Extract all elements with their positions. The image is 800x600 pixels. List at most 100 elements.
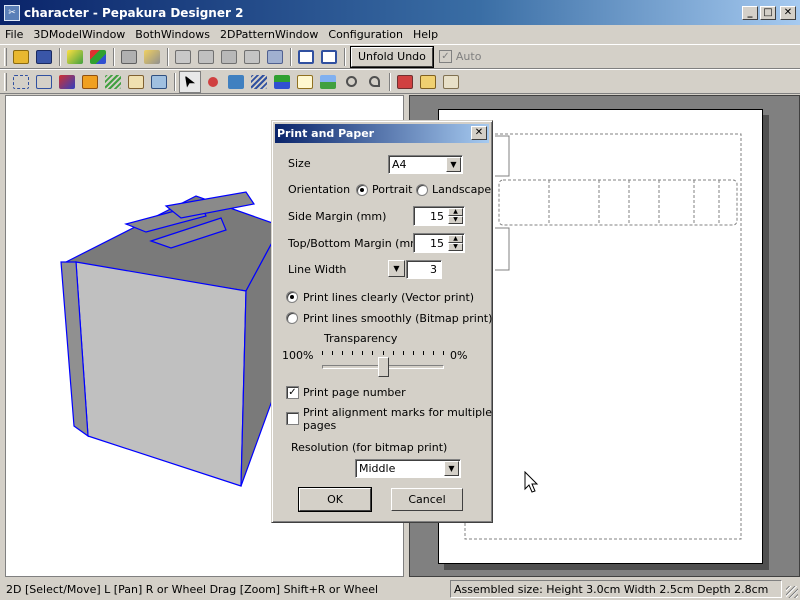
side-margin-spin-buttons[interactable]: ▲ ▼ [448, 208, 463, 224]
spin-down-icon[interactable]: ▼ [448, 243, 463, 251]
rotate-tool-icon[interactable] [241, 46, 263, 68]
slider-tick [352, 351, 353, 355]
ok-button[interactable]: OK [298, 487, 372, 512]
join-edge-icon[interactable] [202, 71, 224, 93]
close-button[interactable]: ✕ [780, 5, 796, 20]
paint-icon[interactable] [56, 71, 78, 93]
portrait-radio[interactable] [356, 184, 368, 196]
spin-down-icon[interactable]: ▼ [448, 216, 463, 224]
line-style-icon[interactable] [248, 71, 270, 93]
topbottom-margin-value[interactable]: 15 [430, 237, 444, 250]
side-margin-label: Side Margin (mm) [288, 210, 387, 223]
menu-2dpatternwindow[interactable]: 2DPatternWindow [215, 28, 323, 41]
topbottom-margin-spin-buttons[interactable]: ▲ ▼ [448, 235, 463, 251]
select-all-icon[interactable] [10, 71, 32, 93]
toolbar-separator [389, 72, 391, 91]
view-cube-icon[interactable] [118, 46, 140, 68]
number-icon[interactable] [79, 71, 101, 93]
auto-checkbox[interactable]: ✓ Auto [438, 50, 481, 63]
side-margin-value[interactable]: 15 [430, 210, 444, 223]
chevron-down-icon[interactable]: ▼ [446, 157, 461, 172]
portrait-label[interactable]: Portrait [372, 183, 412, 196]
window-single-icon[interactable] [318, 46, 340, 68]
status-bar: 2D [Select/Move] L [Pan] R or Wheel Drag… [0, 578, 800, 600]
vector-print-radio[interactable] [286, 291, 298, 303]
auto-checkbox-box[interactable]: ✓ [438, 50, 452, 63]
slider-tick [393, 351, 394, 355]
spin-up-icon[interactable]: ▲ [448, 235, 463, 243]
texture-icon[interactable] [64, 46, 86, 68]
page-number-label[interactable]: Print page number [303, 386, 406, 399]
flap-icon[interactable] [225, 71, 247, 93]
undo-icon[interactable] [363, 71, 385, 93]
toolbar-separator [113, 47, 115, 66]
toolbar-grip[interactable] [4, 72, 7, 91]
zoom-fit-icon[interactable] [33, 71, 55, 93]
line-width-input[interactable]: 3 [406, 260, 442, 279]
alignment-marks-checkbox[interactable] [286, 412, 299, 425]
minimize-button[interactable]: _ [742, 5, 758, 20]
transparency-min-label: 100% [282, 349, 314, 362]
alignment-marks-label-line2[interactable]: pages [303, 419, 336, 432]
fold-tool-icon[interactable] [195, 46, 217, 68]
menu-file[interactable]: File [0, 28, 28, 41]
mouse-cursor-icon [524, 471, 539, 493]
zoom-icon[interactable] [340, 71, 362, 93]
crease-icon[interactable] [271, 71, 293, 93]
window-split-icon[interactable] [295, 46, 317, 68]
maximize-button[interactable]: □ [760, 5, 776, 20]
slider-tick [403, 351, 404, 355]
alignment-marks-label-line1[interactable]: Print alignment marks for multiple [303, 406, 492, 419]
spin-up-icon[interactable]: ▲ [448, 208, 463, 216]
shaded-cube-icon[interactable] [141, 46, 163, 68]
toolbar-grip[interactable] [4, 47, 7, 66]
pdf-icon[interactable] [125, 71, 147, 93]
size-select[interactable]: A4 ▼ [388, 155, 463, 174]
side-margin-stepper[interactable]: 15 ▲ ▼ [413, 206, 465, 226]
resize-grip[interactable] [786, 586, 798, 598]
page-number-checkbox[interactable]: ✓ [286, 386, 299, 399]
menu-configuration[interactable]: Configuration [323, 28, 408, 41]
menu-help[interactable]: Help [408, 28, 443, 41]
dialog-title-bar[interactable]: Print and Paper ✕ [275, 124, 489, 143]
open-folder-icon[interactable] [10, 46, 32, 68]
chevron-down-icon: ▼ [393, 264, 400, 273]
topbottom-margin-label: Top/Bottom Margin (mm) [288, 237, 426, 250]
toolbar-separator [59, 47, 61, 66]
landscape-label[interactable]: Landscape [432, 183, 491, 196]
bitmap-print-label[interactable]: Print lines smoothly (Bitmap print) [303, 312, 492, 325]
resolution-select-value: Middle [359, 462, 396, 475]
move-tool-icon[interactable] [218, 46, 240, 68]
unfold-tool-icon[interactable] [264, 46, 286, 68]
vector-print-label[interactable]: Print lines clearly (Vector print) [303, 291, 474, 304]
edge-tool-icon[interactable] [172, 46, 194, 68]
print-setup-icon[interactable] [394, 71, 416, 93]
printer-icon[interactable] [440, 71, 462, 93]
slider-tick [332, 351, 333, 355]
dialog-title: Print and Paper [277, 127, 375, 140]
model-front-face [75, 261, 247, 487]
cancel-button[interactable]: Cancel [391, 488, 463, 511]
bitmap-print-radio[interactable] [286, 312, 298, 324]
main-toolbar: Unfold Undo ✓ Auto [0, 44, 800, 69]
save-icon[interactable] [33, 46, 55, 68]
color-cube-icon[interactable] [87, 46, 109, 68]
line-width-dropdown-button[interactable]: ▼ [388, 260, 405, 277]
page-setup-icon[interactable] [417, 71, 439, 93]
export-icon[interactable] [148, 71, 170, 93]
resolution-select[interactable]: Middle ▼ [355, 459, 461, 478]
window-title: character - Pepakura Designer 2 [24, 5, 244, 20]
menu-3dmodelwindow[interactable]: 3DModelWindow [28, 28, 130, 41]
image-icon[interactable] [317, 71, 339, 93]
landscape-radio[interactable] [416, 184, 428, 196]
select-arrow-icon[interactable] [179, 70, 201, 93]
topbottom-margin-stepper[interactable]: 15 ▲ ▼ [413, 233, 465, 253]
pattern-toolbar [0, 69, 800, 94]
text-icon[interactable] [294, 71, 316, 93]
dialog-close-button[interactable]: ✕ [471, 126, 487, 140]
chevron-down-icon[interactable]: ▼ [444, 461, 459, 476]
menu-bothwindows[interactable]: BothWindows [130, 28, 215, 41]
dash-line-icon[interactable] [102, 71, 124, 93]
unfold-undo-button[interactable]: Unfold Undo [350, 45, 434, 68]
transparency-slider-thumb[interactable] [378, 357, 389, 377]
